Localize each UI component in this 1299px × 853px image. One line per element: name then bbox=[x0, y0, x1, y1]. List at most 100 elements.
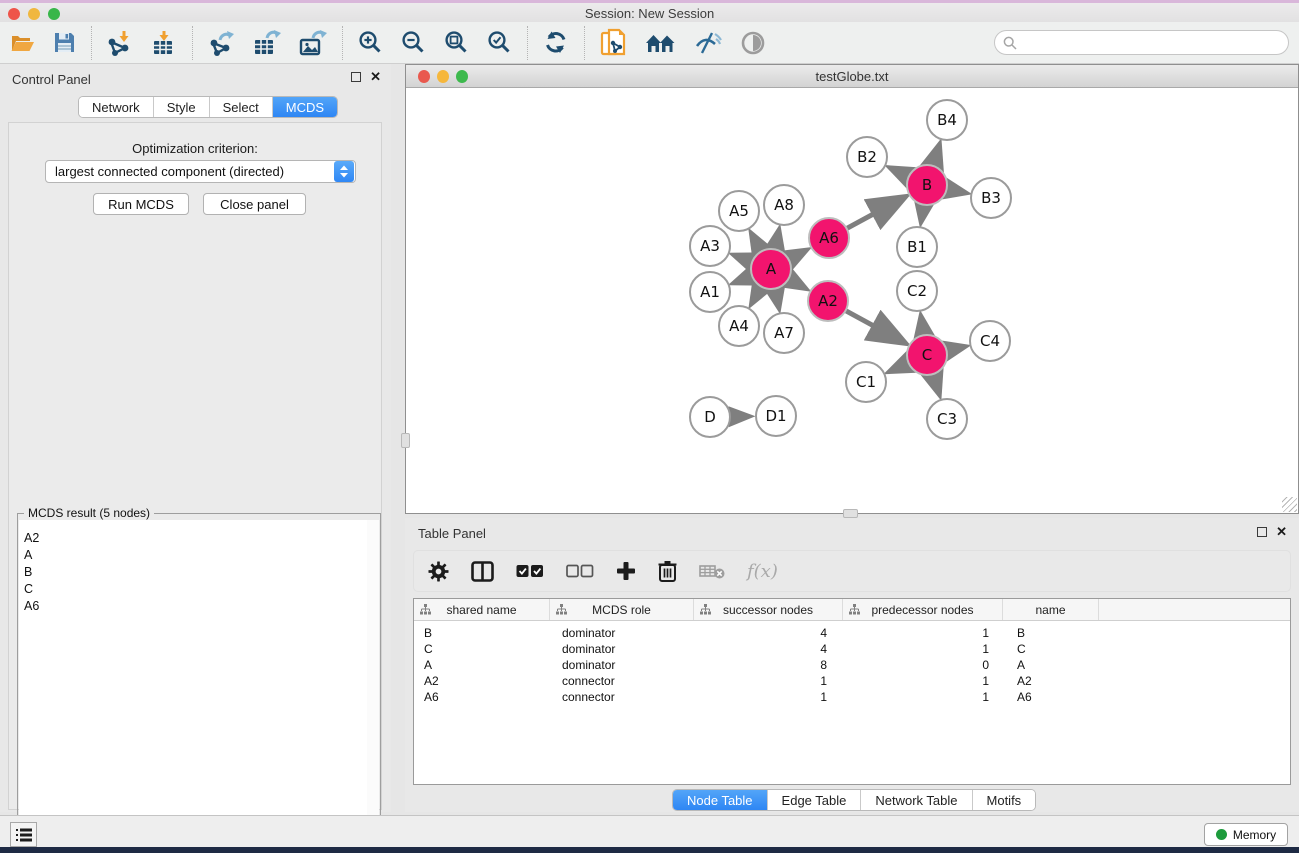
table-cell[interactable]: dominator bbox=[550, 642, 694, 656]
close-panel-button[interactable]: Close panel bbox=[203, 193, 306, 215]
graph-node-C3[interactable]: C3 bbox=[927, 399, 967, 439]
zoom-in-button[interactable] bbox=[349, 25, 392, 61]
table-cell[interactable]: A bbox=[414, 658, 550, 672]
table-cell[interactable]: C bbox=[414, 642, 550, 656]
left-splitter-handle[interactable] bbox=[401, 433, 410, 448]
zoom-selected-button[interactable] bbox=[478, 25, 521, 61]
function-builder-button[interactable]: f(x) bbox=[747, 561, 778, 582]
graph-edge-A6-B[interactable] bbox=[843, 197, 905, 230]
deselect-all-button[interactable] bbox=[566, 564, 594, 578]
close-table-panel-icon[interactable]: ✕ bbox=[1276, 527, 1287, 537]
table-cell[interactable]: dominator bbox=[550, 658, 694, 672]
table-cell[interactable]: C bbox=[1003, 642, 1099, 656]
column-successor-nodes[interactable]: successor nodes bbox=[694, 599, 843, 620]
copy-network-button[interactable] bbox=[591, 25, 636, 61]
graph-node-A6[interactable]: A6 bbox=[809, 218, 849, 258]
memory-button[interactable]: Memory bbox=[1204, 823, 1288, 846]
zoom-out-button[interactable] bbox=[392, 25, 435, 61]
column-mcds-role[interactable]: MCDS role bbox=[550, 599, 694, 620]
table-cell[interactable]: A6 bbox=[1003, 690, 1099, 704]
delete-column-button[interactable] bbox=[658, 560, 677, 582]
table-cell[interactable]: A bbox=[1003, 658, 1099, 672]
table-cell[interactable]: 8 bbox=[694, 658, 843, 672]
import-table-button[interactable] bbox=[142, 25, 186, 61]
column-shared-name[interactable]: shared name bbox=[414, 599, 550, 620]
search-field[interactable] bbox=[994, 30, 1289, 55]
graph-node-A[interactable]: A bbox=[751, 249, 791, 289]
table-row[interactable]: Cdominator41C bbox=[414, 641, 1290, 657]
resize-grip[interactable] bbox=[1282, 497, 1297, 512]
export-network-button[interactable] bbox=[199, 25, 244, 61]
tab-select[interactable]: Select bbox=[210, 97, 273, 117]
tab-network-table[interactable]: Network Table bbox=[861, 790, 972, 810]
table-cell[interactable]: connector bbox=[550, 674, 694, 688]
graph-node-C1[interactable]: C1 bbox=[846, 362, 886, 402]
table-cell[interactable]: A2 bbox=[1003, 674, 1099, 688]
graph-node-A5[interactable]: A5 bbox=[719, 191, 759, 231]
bottom-splitter-handle[interactable] bbox=[843, 509, 858, 518]
close-panel-icon[interactable]: ✕ bbox=[370, 72, 381, 82]
tab-network[interactable]: Network bbox=[79, 97, 154, 117]
graph-node-D1[interactable]: D1 bbox=[756, 396, 796, 436]
import-network-button[interactable] bbox=[98, 25, 142, 61]
graph-node-B1[interactable]: B1 bbox=[897, 227, 937, 267]
tab-mcds[interactable]: MCDS bbox=[273, 97, 337, 117]
graph-node-A3[interactable]: A3 bbox=[690, 226, 730, 266]
graph-node-A1[interactable]: A1 bbox=[690, 272, 730, 312]
table-cell[interactable]: A6 bbox=[414, 690, 550, 704]
mcds-result-item[interactable]: A6 bbox=[19, 597, 367, 614]
graph-node-A4[interactable]: A4 bbox=[719, 306, 759, 346]
table-row[interactable]: A6connector11A6 bbox=[414, 689, 1290, 705]
network-canvas[interactable]: B4B2BB3A5A8A6A3B1AA1C2A2A4A7C4CC1DD1C3 bbox=[406, 88, 1298, 513]
float-table-panel-icon[interactable] bbox=[1257, 527, 1267, 537]
graph-node-B2[interactable]: B2 bbox=[847, 137, 887, 177]
graph-node-A2[interactable]: A2 bbox=[808, 281, 848, 321]
mcds-result-item[interactable]: A2 bbox=[19, 529, 367, 546]
graph-node-C2[interactable]: C2 bbox=[897, 271, 937, 311]
mcds-result-item[interactable]: A bbox=[19, 546, 367, 563]
delete-table-button[interactable] bbox=[699, 563, 725, 579]
graph-node-B[interactable]: B bbox=[907, 165, 947, 205]
table-settings-button[interactable] bbox=[428, 561, 449, 582]
graph-edge-A2-C[interactable] bbox=[842, 309, 905, 343]
add-column-button[interactable] bbox=[616, 561, 636, 581]
task-history-button[interactable] bbox=[10, 822, 37, 847]
zoom-fit-button[interactable] bbox=[435, 25, 478, 61]
table-cell[interactable]: 1 bbox=[694, 674, 843, 688]
mcds-result-item[interactable]: B bbox=[19, 563, 367, 580]
hide-selected-button[interactable] bbox=[685, 25, 731, 61]
save-session-button[interactable] bbox=[44, 25, 85, 61]
graph-node-A7[interactable]: A7 bbox=[764, 313, 804, 353]
float-panel-icon[interactable] bbox=[351, 72, 361, 82]
graph-node-C4[interactable]: C4 bbox=[970, 321, 1010, 361]
search-input[interactable] bbox=[1017, 36, 1288, 50]
table-row[interactable]: Bdominator41B bbox=[414, 625, 1290, 641]
table-cell[interactable]: 0 bbox=[843, 658, 1003, 672]
graph-node-B4[interactable]: B4 bbox=[927, 100, 967, 140]
home-button[interactable] bbox=[636, 25, 685, 61]
tab-motifs[interactable]: Motifs bbox=[973, 790, 1036, 810]
show-hidden-button[interactable] bbox=[731, 25, 775, 61]
table-cell[interactable]: 4 bbox=[694, 642, 843, 656]
table-cell[interactable]: 1 bbox=[843, 690, 1003, 704]
node-table[interactable]: shared name MCDS role successor nodes pr… bbox=[413, 598, 1291, 785]
column-predecessor-nodes[interactable]: predecessor nodes bbox=[843, 599, 1003, 620]
table-cell[interactable]: B bbox=[1003, 626, 1099, 640]
table-row[interactable]: A2connector11A2 bbox=[414, 673, 1290, 689]
column-name[interactable]: name bbox=[1003, 599, 1099, 620]
open-session-button[interactable] bbox=[0, 25, 44, 61]
table-cell[interactable]: connector bbox=[550, 690, 694, 704]
tab-node-table[interactable]: Node Table bbox=[673, 790, 768, 810]
export-image-button[interactable] bbox=[290, 25, 336, 61]
table-cell[interactable]: B bbox=[414, 626, 550, 640]
tab-edge-table[interactable]: Edge Table bbox=[768, 790, 862, 810]
graph-node-B3[interactable]: B3 bbox=[971, 178, 1011, 218]
table-row[interactable]: Adominator80A bbox=[414, 657, 1290, 673]
graph-node-A8[interactable]: A8 bbox=[764, 185, 804, 225]
table-cell[interactable]: 1 bbox=[843, 642, 1003, 656]
refresh-layout-button[interactable] bbox=[534, 25, 578, 61]
run-mcds-button[interactable]: Run MCDS bbox=[93, 193, 189, 215]
show-columns-button[interactable] bbox=[471, 561, 494, 582]
criterion-select[interactable]: largest connected component (directed) bbox=[45, 160, 356, 183]
table-cell[interactable]: A2 bbox=[414, 674, 550, 688]
